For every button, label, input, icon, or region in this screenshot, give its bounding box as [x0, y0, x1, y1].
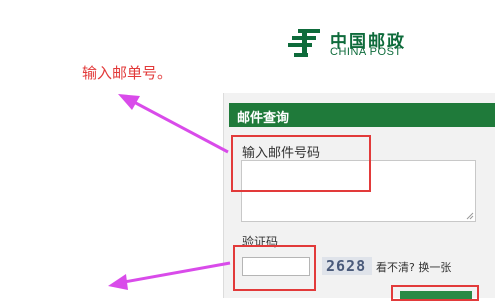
arrow-to-tracking-field — [118, 94, 229, 154]
annotation-arrows — [108, 94, 231, 290]
arrow-to-captcha-field — [108, 261, 231, 290]
